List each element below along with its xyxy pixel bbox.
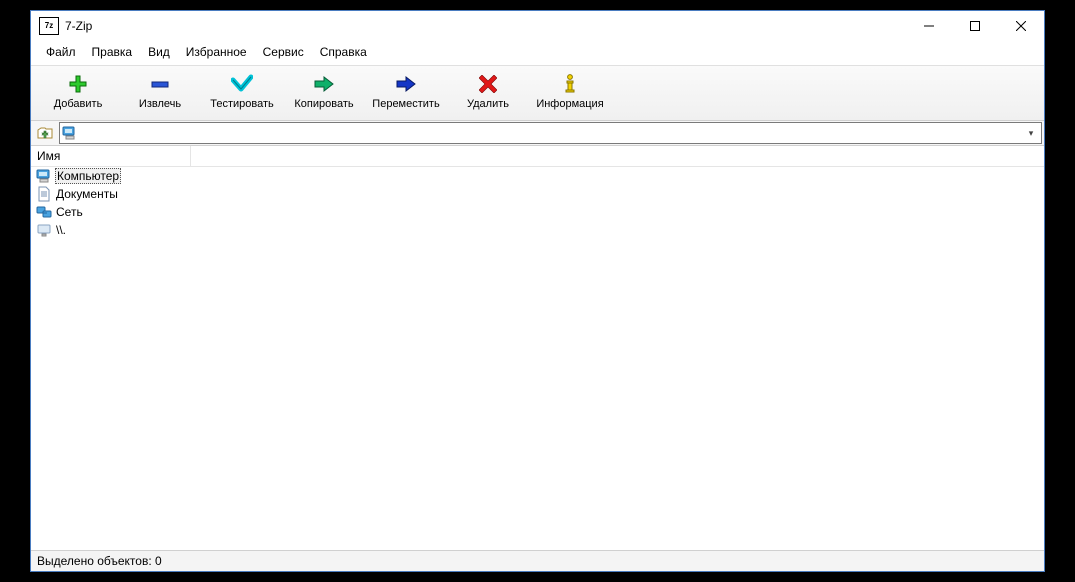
minimize-button[interactable]	[906, 11, 952, 41]
list-item-label: Компьютер	[55, 168, 121, 184]
list-header: Имя	[31, 146, 1044, 167]
menu-view[interactable]: Вид	[141, 43, 177, 61]
list-item[interactable]: \\.	[31, 221, 1044, 239]
computer-icon	[36, 168, 52, 184]
copy-button[interactable]: Копировать	[283, 70, 365, 114]
toolbar-label: Извлечь	[139, 97, 181, 111]
menu-file[interactable]: Файл	[39, 43, 83, 61]
toolbar-label: Переместить	[372, 97, 439, 111]
arrow-right-blue-icon	[395, 73, 417, 95]
test-button[interactable]: Тестировать	[201, 70, 283, 114]
extract-button[interactable]: Извлечь	[119, 70, 201, 114]
menu-bar: Файл Правка Вид Избранное Сервис Справка	[31, 41, 1044, 65]
list-item-label: Документы	[55, 187, 119, 201]
path-dropdown-button[interactable]: ▾	[1023, 128, 1039, 139]
info-button[interactable]: Информация	[529, 70, 611, 114]
computer-icon	[62, 126, 78, 140]
toolbar-label: Добавить	[54, 97, 103, 111]
toolbar-label: Удалить	[467, 97, 509, 111]
menu-edit[interactable]: Правка	[85, 43, 140, 61]
app-window: 7z 7-Zip Файл Правка Вид Избранное Серви	[30, 10, 1045, 572]
x-icon	[479, 73, 497, 95]
close-button[interactable]	[998, 11, 1044, 41]
document-icon	[36, 186, 52, 202]
plus-icon	[68, 73, 88, 95]
list-item[interactable]: Компьютер	[31, 167, 1044, 185]
status-bar: Выделено объектов: 0	[31, 550, 1044, 571]
list-item[interactable]: Сеть	[31, 203, 1044, 221]
path-input[interactable]	[82, 125, 1023, 141]
menu-tools[interactable]: Сервис	[256, 43, 311, 61]
address-bar: ▾	[31, 121, 1044, 146]
app-title: 7-Zip	[65, 19, 92, 33]
toolbar-label: Информация	[536, 97, 603, 111]
network-icon	[36, 204, 52, 220]
folder-up-icon	[37, 125, 53, 141]
delete-button[interactable]: Удалить	[447, 70, 529, 114]
list-item-label: \\.	[55, 223, 67, 237]
check-icon	[231, 73, 253, 95]
toolbar-label: Тестировать	[210, 97, 274, 111]
menu-help[interactable]: Справка	[313, 43, 374, 61]
title-bar[interactable]: 7z 7-Zip	[31, 11, 1044, 41]
minus-icon	[150, 73, 170, 95]
info-icon	[563, 73, 577, 95]
status-selected-count: Выделено объектов: 0	[37, 554, 162, 568]
monitor-icon	[36, 222, 52, 238]
toolbar-label: Копировать	[294, 97, 353, 111]
move-button[interactable]: Переместить	[365, 70, 447, 114]
up-button[interactable]	[35, 123, 55, 143]
list-item-label: Сеть	[55, 205, 84, 219]
column-name[interactable]: Имя	[31, 146, 191, 166]
add-button[interactable]: Добавить	[37, 70, 119, 114]
maximize-button[interactable]	[952, 11, 998, 41]
file-list[interactable]: Компьютер Документы	[31, 167, 1044, 550]
chevron-down-icon: ▾	[1029, 128, 1034, 138]
list-item[interactable]: Документы	[31, 185, 1044, 203]
toolbar: Добавить Извлечь Тестировать Копировать	[31, 65, 1044, 121]
app-icon: 7z	[39, 17, 59, 35]
arrow-right-green-icon	[313, 73, 335, 95]
menu-favorites[interactable]: Избранное	[179, 43, 254, 61]
